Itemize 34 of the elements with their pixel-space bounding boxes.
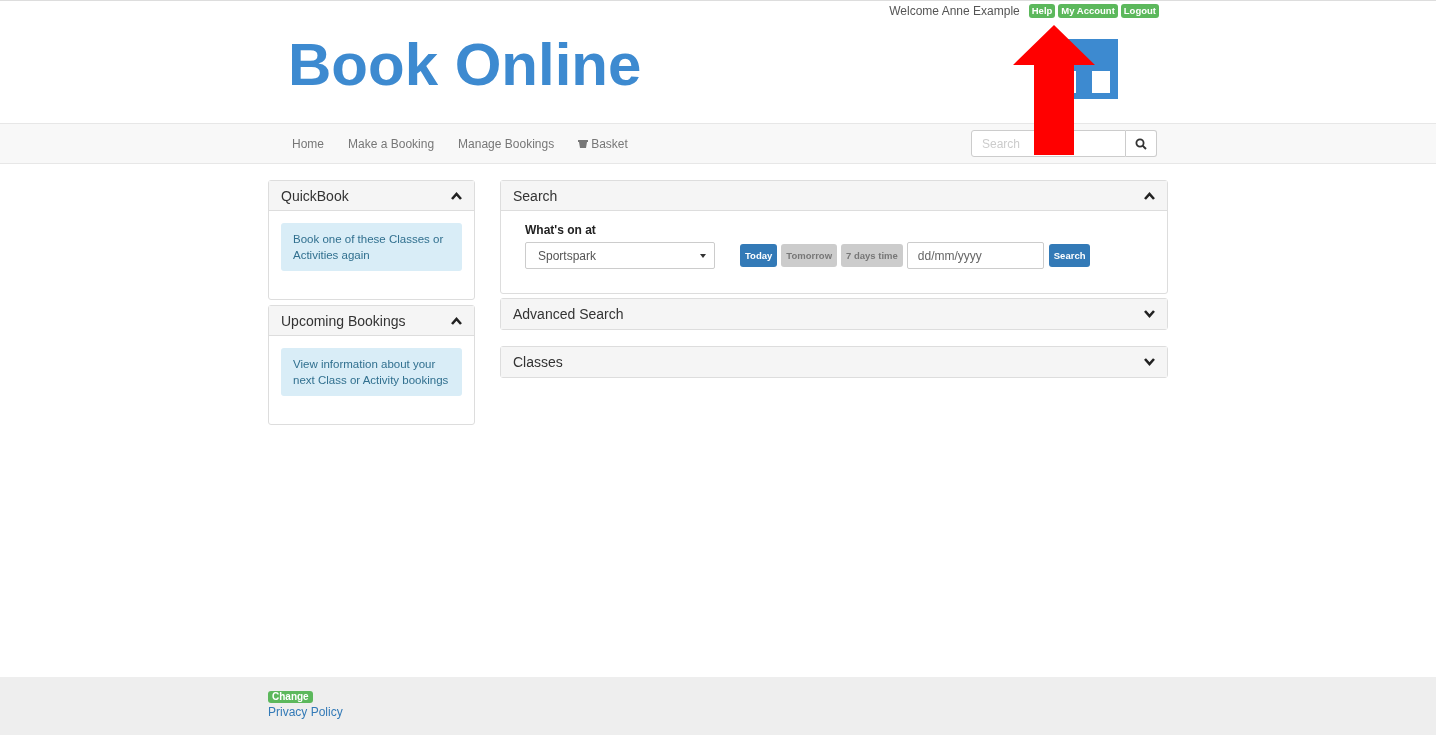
welcome-text: Welcome Anne Example <box>889 4 1020 18</box>
panel-title: QuickBook <box>281 187 349 204</box>
info-box: Book one of these Classes or Activities again <box>281 223 462 271</box>
panel-title[interactable]: Search <box>513 187 558 204</box>
panel-title[interactable]: Classes <box>513 354 563 370</box>
nav-link[interactable]: Manage Bookings <box>446 136 567 151</box>
caret-icon <box>700 253 706 258</box>
nav-link[interactable]: Home <box>280 136 336 151</box>
nav-link[interactable]: Basket <box>566 136 640 151</box>
venue-select[interactable]: Sportspark <box>525 242 715 269</box>
info-box: View information about your next Class or Activity bookings <box>281 348 462 396</box>
chevron-down-icon[interactable] <box>1144 310 1155 318</box>
panel-title[interactable]: Advanced Search <box>513 306 624 322</box>
change-badge[interactable]: Change <box>268 691 313 703</box>
venue-label: What's on at <box>525 223 597 237</box>
chevron-down-icon[interactable] <box>1144 358 1155 366</box>
nav-link[interactable]: Make a Booking <box>336 136 447 151</box>
chevron-up-icon[interactable] <box>1144 191 1155 200</box>
account-link[interactable]: Logout <box>1120 4 1159 18</box>
day-button[interactable]: Today <box>740 244 778 267</box>
search-button[interactable] <box>1126 130 1157 157</box>
search-button[interactable]: Search <box>1048 244 1091 267</box>
date-field[interactable]: dd/mm/yyyy <box>906 242 1044 269</box>
day-button[interactable]: Tomorrow <box>781 244 838 267</box>
account-link[interactable]: Help <box>1028 4 1056 18</box>
account-link[interactable]: My Account <box>1058 4 1118 18</box>
chevron-up-icon[interactable] <box>451 316 462 325</box>
basket-icon <box>578 139 589 148</box>
panel-title: Upcoming Bookings <box>281 312 406 329</box>
search-icon <box>1135 137 1147 150</box>
day-button[interactable]: 7 days time <box>841 244 903 267</box>
chevron-up-icon[interactable] <box>451 191 462 200</box>
privacy-link[interactable]: Privacy Policy <box>268 705 343 719</box>
logo-text: Book Online <box>288 30 642 99</box>
